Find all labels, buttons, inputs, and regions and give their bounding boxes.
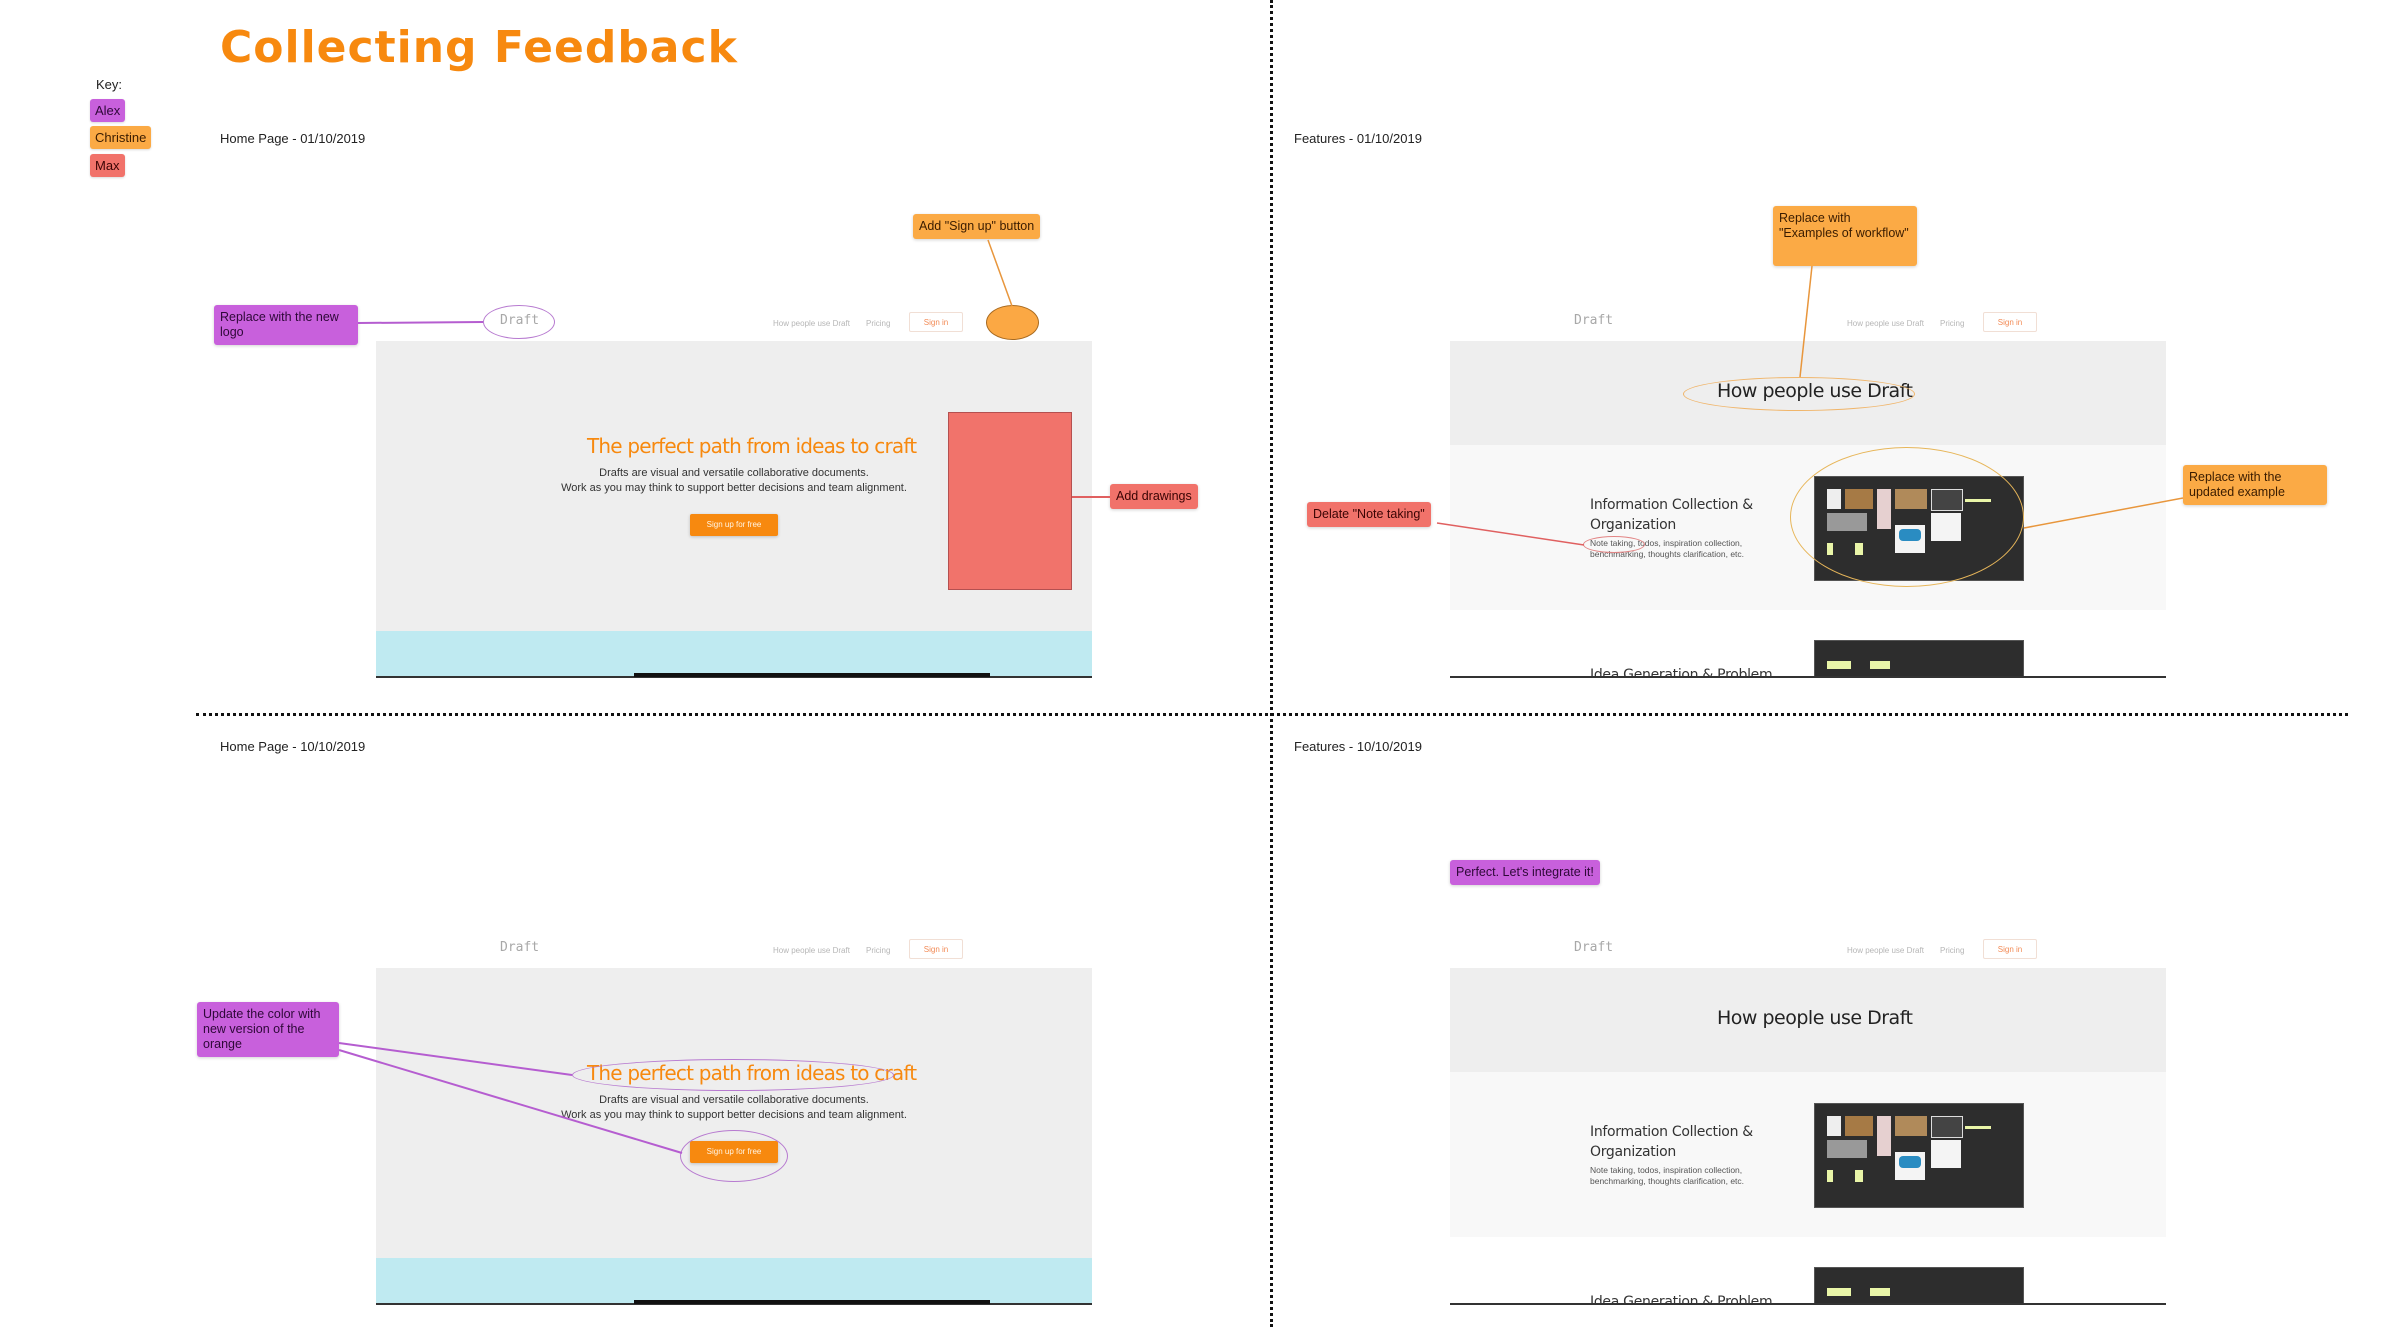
vertical-divider [1270,0,1273,1327]
page-bottom-bar [634,673,990,677]
key-chip-alex[interactable]: Alex [90,99,126,122]
nav-link-pricing[interactable]: Pricing [866,946,890,955]
feature-2-screenshot [1814,640,2024,678]
nav-signin-button[interactable]: Sign in [909,939,963,959]
screenshot-highlight-ellipse [1790,447,2024,587]
nav-link-pricing[interactable]: Pricing [1940,946,1964,955]
frame-label-features-v1: Features - 01/10/2019 [1294,131,1422,146]
feature-2-screenshot [1814,1267,2024,1305]
page-bottom-bar [634,1300,990,1304]
hero-subline-2: Work as you may think to support better … [561,1109,907,1121]
board-title: Collecting Feedback [220,22,738,73]
feature-1-desc-1: Note taking, todos, inspiration collecti… [1590,1165,1743,1175]
nav-logo[interactable]: Draft [1574,940,1613,955]
key-label: Key: [96,77,123,92]
headline-highlight-ellipse [572,1059,894,1091]
home-page-v1-frame: Draft How people use Draft Pricing Sign … [376,300,1092,678]
frame-label-home-v1: Home Page - 01/10/2019 [220,131,366,146]
nav-link-pricing[interactable]: Pricing [1940,319,1964,328]
feature-section-1 [1450,1072,2166,1237]
drawing-placeholder [948,412,1072,590]
features-page-v2-frame: Draft How people use Draft Pricing Sign … [1450,927,2166,1305]
feature-1-desc-2: benchmarking, thoughts clarification, et… [1590,1176,1745,1186]
frame-label-home-v2: Home Page - 10/10/2019 [220,739,366,754]
hero-subline-1: Drafts are visual and versatile collabor… [599,467,869,479]
hero-headline: The perfect path from ideas to craft [587,434,917,458]
cta-highlight-ellipse [680,1130,788,1182]
feature-1-screenshot [1814,1103,2024,1208]
signup-placeholder-ellipse [986,305,1039,340]
feature-1-title-1: Information Collection & [1590,497,1753,513]
nav-link-how-people[interactable]: How people use Draft [773,946,850,955]
features-heading: How people use Draft [1717,1007,1913,1029]
logo-highlight-ellipse [483,305,555,339]
frame-label-features-v2: Features - 10/10/2019 [1294,739,1422,754]
connector-signup [987,239,1013,307]
horizontal-divider [196,713,2348,716]
comment-max-drawings[interactable]: Add drawings [1110,484,1198,509]
hero-band [376,631,1092,677]
comment-christine-heading[interactable]: Replace with "Examples of workflow" [1773,206,1917,266]
feature-1-title-2: Organization [1590,1144,1676,1160]
home-page-v2-frame: Draft How people use Draft Pricing Sign … [376,927,1092,1305]
nav-link-how-people[interactable]: How people use Draft [1847,319,1924,328]
nav-signin-button[interactable]: Sign in [1983,939,2037,959]
comment-max-note-taking[interactable]: Delate "Note taking" [1307,502,1431,527]
feature-1-title-1: Information Collection & [1590,1124,1753,1140]
hero-subline-2: Work as you may think to support better … [561,482,907,494]
comment-alex-approve[interactable]: Perfect. Let's integrate it! [1450,860,1600,885]
comment-alex-color[interactable]: Update the color with new version of the… [197,1002,339,1057]
heading-highlight-ellipse [1683,377,1915,411]
key-chip-max[interactable]: Max [90,154,125,177]
note-taking-highlight-ellipse [1583,536,1645,553]
nav-logo[interactable]: Draft [500,940,539,955]
nav-signin-button[interactable]: Sign in [1983,312,2037,332]
nav-logo[interactable]: Draft [1574,313,1613,328]
nav-link-pricing[interactable]: Pricing [866,319,890,328]
comment-christine-example[interactable]: Replace with the updated example [2183,465,2327,505]
comment-christine-signup[interactable]: Add "Sign up" button [913,214,1041,239]
feature-1-title-2: Organization [1590,517,1676,533]
hero-band [376,1258,1092,1304]
nav-signin-button[interactable]: Sign in [909,312,963,332]
nav-link-how-people[interactable]: How people use Draft [1847,946,1924,955]
key-chip-christine[interactable]: Christine [90,126,152,149]
page-cutoff-line [1450,676,2166,678]
signup-cta-button[interactable]: Sign up for free [690,514,778,536]
nav-link-how-people[interactable]: How people use Draft [773,319,850,328]
page-cutoff-line [1450,1303,2166,1305]
hero-subline-1: Drafts are visual and versatile collabor… [599,1094,869,1106]
comment-alex-logo[interactable]: Replace with the new logo [214,305,358,345]
